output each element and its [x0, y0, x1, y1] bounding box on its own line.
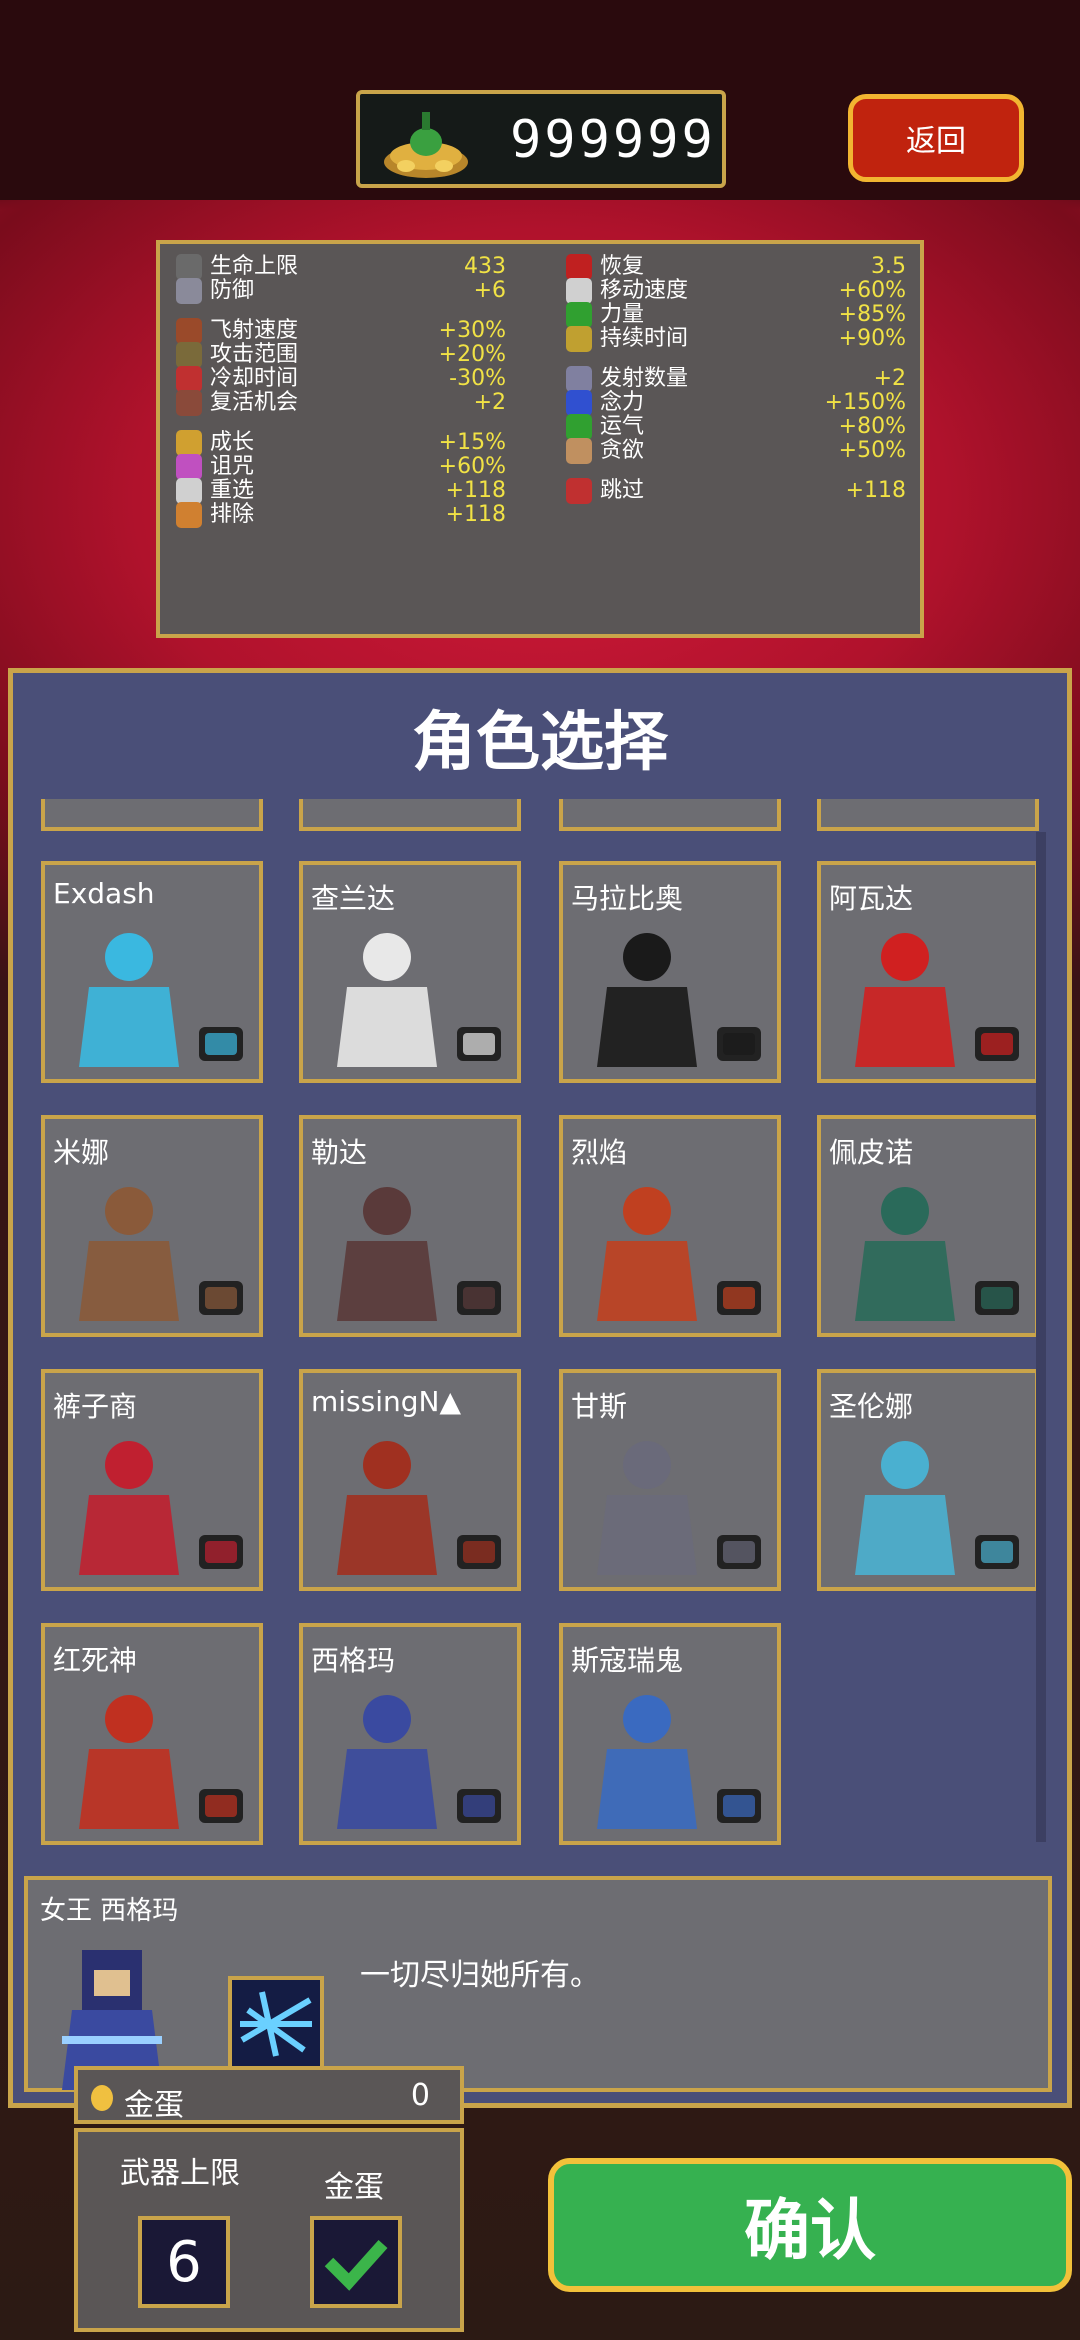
character-sprite	[337, 933, 501, 1067]
left-stat-row: 复活机会 +2	[176, 388, 506, 418]
character-name: 西格玛	[311, 1644, 396, 1677]
stat-value: +50%	[838, 438, 906, 463]
character-card[interactable]: 马拉比奥	[559, 861, 781, 1083]
character-name: 烈焰	[571, 1136, 628, 1169]
stat-value: +90%	[838, 326, 906, 351]
skip-icon	[566, 478, 592, 504]
character-card-partial[interactable]	[41, 799, 263, 831]
character-name: 佩皮诺	[829, 1136, 914, 1169]
stats-panel: 生命上限 433 防御 +6 飞射速度 +30% 攻击范围 +20% 冷却时间 -30% 复活机会 +…	[156, 240, 924, 638]
stat-label: 贪欲	[600, 438, 645, 463]
character-card[interactable]: 佩皮诺	[817, 1115, 1039, 1337]
character-card[interactable]: 红死神	[41, 1623, 263, 1845]
character-sprite	[597, 1695, 761, 1829]
character-name: 马拉比奥	[571, 882, 684, 915]
character-name: Exdash	[53, 877, 155, 910]
stat-label: 持续时间	[600, 326, 689, 351]
stat-label: 防御	[210, 278, 255, 303]
stat-value: +6	[473, 278, 506, 303]
character-name: 查兰达	[311, 882, 396, 915]
character-name: 勒达	[311, 1136, 368, 1169]
gold-coin-pile-icon	[384, 112, 468, 178]
banish-icon	[176, 502, 202, 528]
golden-egg-label: 金蛋	[124, 2088, 184, 2123]
left-stat-row: 排除 +118	[176, 500, 506, 530]
character-name: 裤子商	[53, 1390, 138, 1423]
character-sprite	[597, 1187, 761, 1321]
selected-character-title: 女王 西格玛	[40, 1896, 179, 1926]
starting-weapon-icon	[228, 1976, 324, 2072]
character-name: 圣伦娜	[829, 1390, 914, 1423]
character-card[interactable]: 西格玛	[299, 1623, 521, 1845]
character-sprite	[337, 1441, 501, 1575]
weapon-limit-label: 武器上限	[120, 2156, 240, 2191]
character-card[interactable]: missingN▲	[299, 1369, 521, 1591]
character-sprite	[855, 933, 1019, 1067]
character-sprite	[79, 1695, 243, 1829]
character-sprite	[855, 1441, 1019, 1575]
character-sprite	[597, 933, 761, 1067]
character-name: 甘斯	[571, 1390, 628, 1423]
confirm-button[interactable]: 确认	[548, 2158, 1072, 2292]
character-sprite	[337, 1187, 501, 1321]
currency-amount: 999999	[510, 110, 716, 170]
character-card[interactable]: 圣伦娜	[817, 1369, 1039, 1591]
character-card[interactable]: 裤子商	[41, 1369, 263, 1591]
character-name: 红死神	[53, 1644, 138, 1677]
character-card[interactable]: Exdash	[41, 861, 263, 1083]
options-panel: 武器上限 6 金蛋	[74, 2128, 464, 2332]
weapon-limit-selector[interactable]: 6	[138, 2216, 230, 2308]
character-description-panel: 女王 西格玛 一切尽归她所有。	[24, 1876, 1052, 2092]
golden-egg-counter: 金蛋 0	[74, 2066, 464, 2124]
right-stat-row: 贪欲 +50%	[566, 436, 906, 466]
stone-mask-icon	[566, 438, 592, 464]
character-card[interactable]: 勒达	[299, 1115, 521, 1337]
character-sprite	[79, 1441, 243, 1575]
character-name: 米娜	[53, 1136, 110, 1169]
golden-egg-count: 0	[410, 2078, 430, 2113]
character-card[interactable]: 阿瓦达	[817, 861, 1039, 1083]
character-name: 斯寇瑞鬼	[571, 1644, 684, 1677]
character-grid[interactable]: Exdash 查兰达 马拉比奥 阿瓦达米娜 勒达 烈焰 佩皮诺裤子商 missingN▲ 甘斯 圣…	[29, 799, 1051, 1869]
panel-title: 角色选择	[412, 706, 668, 780]
character-name: 阿瓦达	[829, 882, 914, 915]
selected-character-description: 一切尽归她所有。	[360, 1958, 600, 1993]
spellbinder-icon	[566, 326, 592, 352]
golden-egg-icon	[91, 2085, 113, 2111]
scrollbar[interactable]	[1036, 832, 1046, 1842]
tiragisu-icon	[176, 390, 202, 416]
character-card[interactable]: 烈焰	[559, 1115, 781, 1337]
golden-egg-toggle-label: 金蛋	[324, 2170, 384, 2205]
character-sprite	[337, 1695, 501, 1829]
character-card[interactable]: 查兰达	[299, 861, 521, 1083]
stat-label: 排除	[210, 502, 255, 527]
character-card[interactable]: 甘斯	[559, 1369, 781, 1591]
character-card-partial[interactable]	[817, 799, 1039, 831]
stat-label: 复活机会	[210, 390, 299, 415]
character-sprite	[79, 1187, 243, 1321]
character-name: missingN▲	[311, 1385, 462, 1418]
left-stat-row: 防御 +6	[176, 276, 506, 306]
character-sprite	[597, 1441, 761, 1575]
stat-value: +2	[473, 390, 506, 415]
character-sprite	[79, 933, 243, 1067]
character-card[interactable]: 斯寇瑞鬼	[559, 1623, 781, 1845]
character-card[interactable]: 米娜	[41, 1115, 263, 1337]
stat-label: 跳过	[600, 478, 645, 503]
armor-icon	[176, 278, 202, 304]
golden-egg-toggle[interactable]	[310, 2216, 402, 2308]
character-sprite	[855, 1187, 1019, 1321]
stat-value: +118	[445, 502, 506, 527]
back-button[interactable]: 返回	[848, 94, 1024, 182]
stat-value: +118	[845, 478, 906, 503]
checkmark-icon	[324, 2239, 388, 2291]
character-card-partial[interactable]	[559, 799, 781, 831]
right-stat-row: 持续时间 +90%	[566, 324, 906, 354]
currency-display: 999999	[356, 90, 726, 188]
character-card-partial[interactable]	[299, 799, 521, 831]
right-stat-row: 跳过 +118	[566, 476, 906, 506]
